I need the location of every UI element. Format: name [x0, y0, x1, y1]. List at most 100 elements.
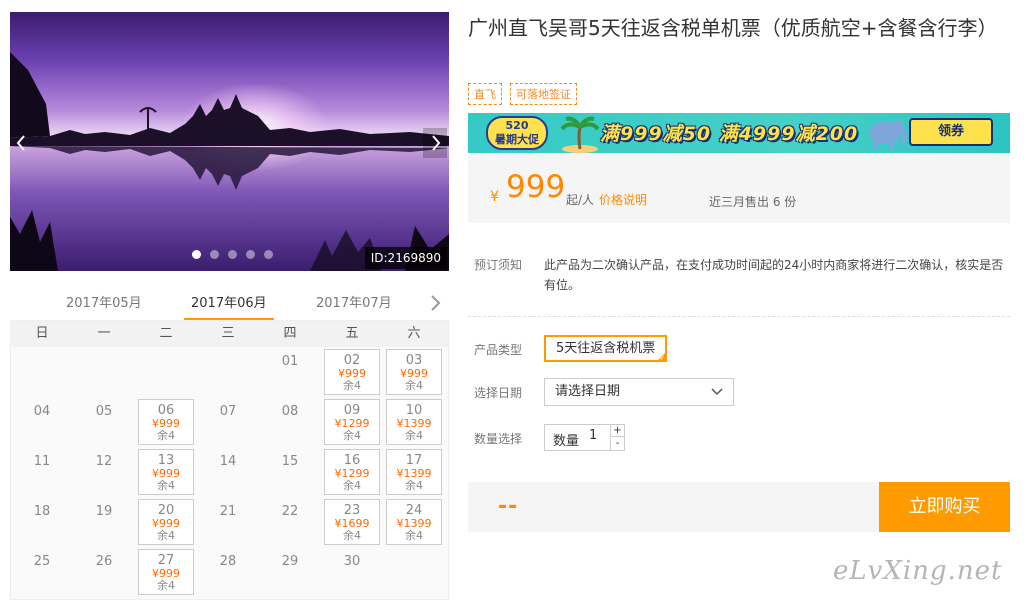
date-select-placeholder: 请选择日期: [555, 384, 621, 399]
calendar-day-available[interactable]: 16 ¥1299 余4: [324, 449, 380, 495]
day-number: 17: [405, 453, 423, 468]
get-coupon-button[interactable]: 领券: [909, 118, 993, 146]
price-panel: ¥ 999 起/人 价格说明 近三月售出 6 份: [468, 153, 1010, 223]
palm-tree-icon: [560, 116, 600, 153]
calendar-day-available[interactable]: 17 ¥1399 余4: [386, 449, 442, 495]
day-number: 19: [95, 504, 113, 519]
calendar-day-available[interactable]: 02 ¥999 余4: [324, 349, 380, 395]
day-stock: 余4: [343, 529, 361, 542]
gallery-dot[interactable]: [210, 250, 219, 259]
quantity-input[interactable]: [589, 428, 611, 443]
calendar-day-available[interactable]: 09 ¥1299 余4: [324, 399, 380, 445]
tab-month-may[interactable]: 2017年05月: [66, 292, 142, 311]
day-stock: 余4: [157, 479, 175, 492]
chevron-down-icon: [711, 388, 723, 396]
day-number: 23: [343, 503, 361, 518]
day-number: 09: [343, 403, 361, 418]
day-stock: 余4: [405, 479, 423, 492]
gallery-dots: [192, 250, 273, 259]
calendar-day-available[interactable]: 27 ¥999 余4: [138, 549, 194, 595]
calendar-day: [197, 347, 259, 397]
weekday-label: 二: [159, 326, 173, 341]
price-unit: 起/人: [566, 193, 595, 207]
weekday-label: 三: [221, 326, 235, 341]
date-select-dropdown[interactable]: 请选择日期: [544, 378, 734, 406]
day-number: 14: [219, 454, 237, 469]
calendar-day-available[interactable]: 10 ¥1399 余4: [386, 399, 442, 445]
product-type-option[interactable]: 5天往返含税机票 ✓: [544, 335, 668, 362]
day-number: 05: [95, 404, 113, 419]
calendar-day: 25: [11, 547, 73, 597]
quantity-inner-label: 数量: [553, 434, 580, 449]
product-tags: 直飞 可落地签证: [468, 83, 577, 105]
quantity-increase-button[interactable]: +: [610, 425, 624, 437]
day-number: 26: [95, 554, 113, 569]
product-title: 广州直飞吴哥5天往返含税单机票（优质航空+含餐含行李）: [468, 16, 998, 40]
section-divider: [468, 316, 1010, 317]
calendar-day: 14: [197, 447, 259, 497]
next-month-button[interactable]: [429, 294, 441, 316]
calendar-day-available[interactable]: 06 ¥999 余4: [138, 399, 194, 445]
calendar-day-available[interactable]: 13 ¥999 余4: [138, 449, 194, 495]
calendar-day: 15: [259, 447, 321, 497]
promo-badge-number: 520: [505, 119, 529, 132]
day-number: 27: [157, 553, 175, 568]
day-number: 08: [281, 404, 299, 419]
calendar-day: [11, 347, 73, 397]
gallery-dot[interactable]: [192, 250, 201, 259]
day-number: 06: [157, 403, 175, 418]
day-stock: 余4: [405, 379, 423, 392]
gallery-dot[interactable]: [264, 250, 273, 259]
photo-id-label: ID:2169890: [364, 247, 447, 269]
price-amount: 999: [506, 169, 566, 205]
calendar-day: 28: [197, 547, 259, 597]
day-stock: 余4: [157, 579, 175, 592]
day-number: 13: [157, 453, 175, 468]
calendar-day: 26: [73, 547, 135, 597]
calendar-day: 04: [11, 397, 73, 447]
calendar-day-available[interactable]: 03 ¥999 余4: [386, 349, 442, 395]
chevron-left-icon: [16, 135, 25, 151]
calendar-day: [73, 347, 135, 397]
calendar-day: [135, 347, 197, 397]
buy-now-button[interactable]: 立即购买: [879, 482, 1010, 532]
price-explain-link[interactable]: 价格说明: [599, 191, 647, 208]
day-number: 20: [157, 503, 175, 518]
calendar-day: 30: [321, 547, 383, 597]
product-type-label: 产品类型: [474, 343, 523, 357]
day-stock: 余4: [343, 429, 361, 442]
promo-banner[interactable]: 520 暑期大促 满999减50 满4999减200 领券: [468, 113, 1010, 153]
tab-month-june[interactable]: 2017年06月: [191, 292, 267, 311]
temple-silhouette: [10, 52, 449, 271]
tab-month-july[interactable]: 2017年07月: [316, 292, 392, 311]
calendar-day-available[interactable]: 24 ¥1399 余4: [386, 499, 442, 545]
day-number: 03: [405, 353, 423, 368]
price-currency: ¥: [490, 189, 499, 205]
gallery-dot[interactable]: [228, 250, 237, 259]
calendar-day-available[interactable]: 20 ¥999 余4: [138, 499, 194, 545]
month-tabs: 2017年05月 2017年06月 2017年07月: [10, 284, 449, 322]
tag-visa-on-arrival: 可落地签证: [510, 83, 577, 105]
quantity-label: 数量选择: [474, 432, 523, 446]
chevron-right-icon: [432, 135, 441, 151]
calendar-day: 12: [73, 447, 135, 497]
day-number: 07: [219, 404, 237, 419]
calendar-day: 01: [259, 347, 321, 397]
gallery-prev-button[interactable]: [10, 128, 34, 158]
calendar-day: 07: [197, 397, 259, 447]
day-number: 28: [219, 554, 237, 569]
day-number: 15: [281, 454, 299, 469]
calendar-day-available[interactable]: 23 ¥1699 余4: [324, 499, 380, 545]
gallery-dot[interactable]: [246, 250, 255, 259]
day-number: 01: [281, 354, 299, 369]
calendar-day: 08: [259, 397, 321, 447]
day-number: 22: [281, 504, 299, 519]
day-stock: 余4: [405, 429, 423, 442]
calendar-day: 18: [11, 497, 73, 547]
quantity-decrease-button[interactable]: -: [610, 438, 624, 450]
product-photo: ID:2169890: [10, 12, 449, 271]
day-number: 04: [33, 404, 51, 419]
calendar-day: 21: [197, 497, 259, 547]
gallery-next-button[interactable]: [423, 128, 447, 158]
day-number: 18: [33, 504, 51, 519]
